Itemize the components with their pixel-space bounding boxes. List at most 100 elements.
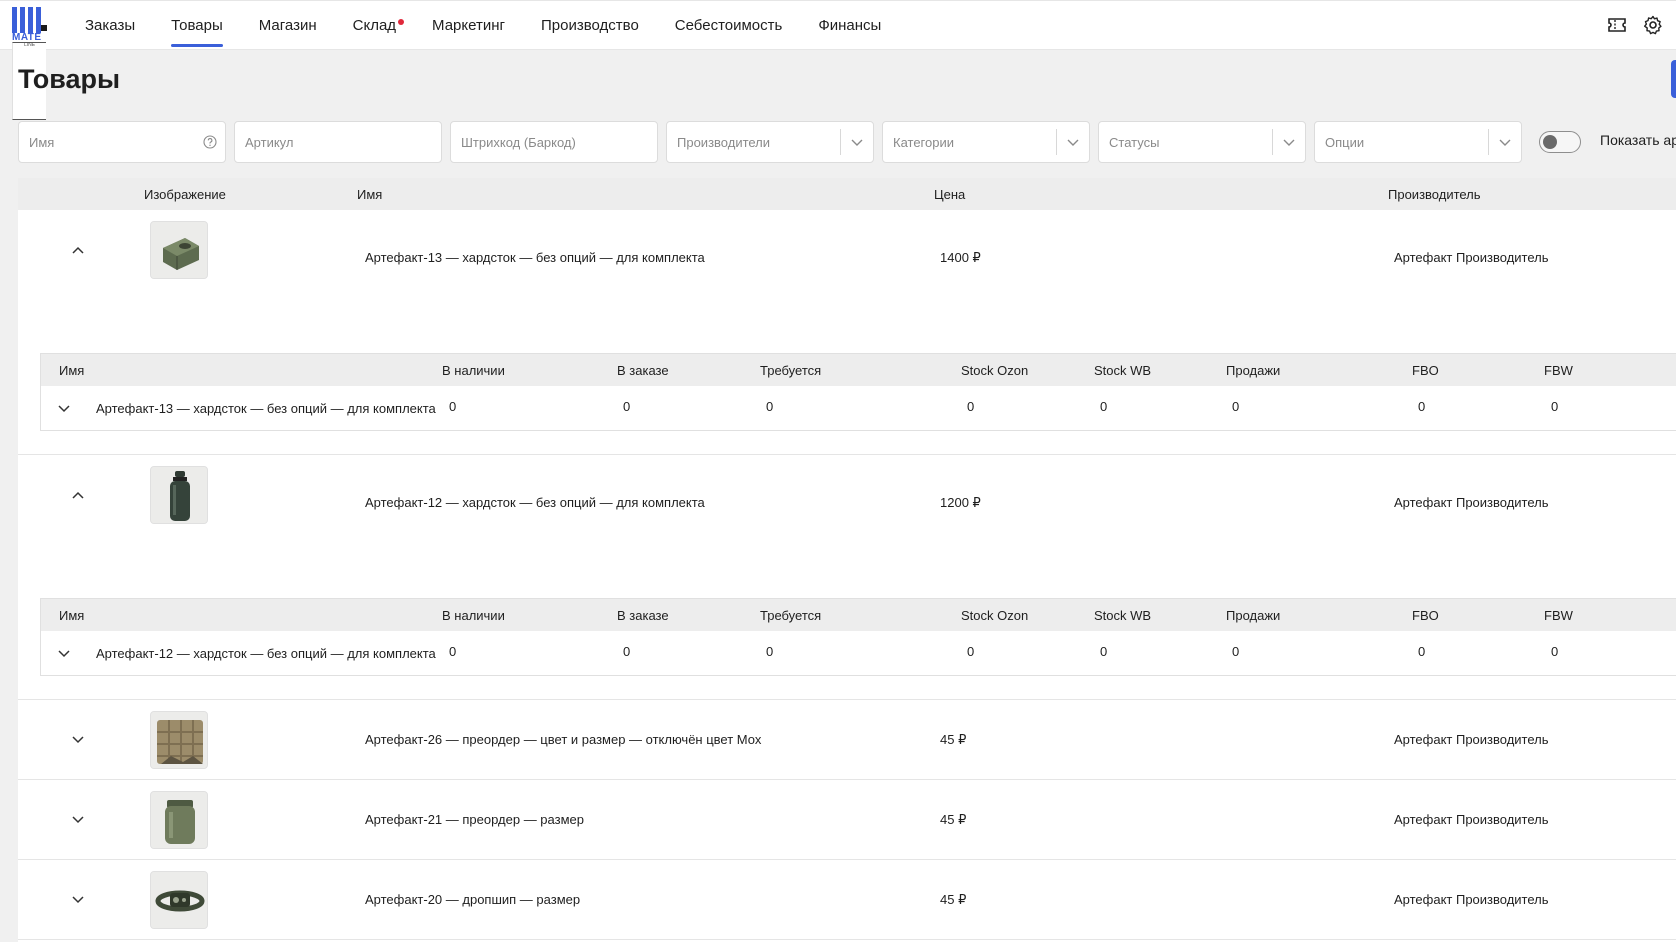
- categories-placeholder: Категории: [893, 135, 954, 150]
- chevron-down-icon[interactable]: [849, 134, 865, 150]
- categories-select[interactable]: Категории: [882, 121, 1090, 163]
- header-manufacturer[interactable]: Производитель: [1388, 187, 1481, 202]
- action-button-edge[interactable]: [1671, 60, 1676, 98]
- product-name[interactable]: Артефакт-13 — хардсток — без опций — для…: [365, 250, 705, 265]
- options-select[interactable]: Опции: [1314, 121, 1522, 163]
- nav-item-orders[interactable]: Заказы: [85, 1, 135, 51]
- top-navigation-bar: MATE LINE Заказы Товары Магазин Склад Ма…: [0, 0, 1676, 120]
- variant-fbo: 0: [1418, 644, 1426, 659]
- logo-dot: [41, 25, 47, 31]
- nav-item-cost[interactable]: Себестоимость: [675, 1, 783, 51]
- article-placeholder: Артикул: [245, 135, 294, 150]
- variant-on-order: 0: [623, 644, 631, 659]
- bottle-icon: [150, 466, 208, 524]
- barcode-filter-input[interactable]: Штрихкод (Баркод): [450, 121, 658, 163]
- nav-item-finance[interactable]: Финансы: [818, 1, 881, 51]
- chevron-down-icon[interactable]: [1497, 134, 1513, 150]
- variants-table: Имя В наличии В заказе Требуется Stock O…: [40, 353, 1676, 431]
- select-separator: [1056, 129, 1057, 155]
- variant-stock-wb: 0: [1100, 399, 1108, 414]
- sub-header-on-order: В заказе: [617, 608, 669, 623]
- product-price: 45 ₽: [940, 892, 967, 907]
- sub-header-stock-wb: Stock WB: [1094, 608, 1152, 623]
- article-filter-input[interactable]: Артикул: [234, 121, 442, 163]
- variant-required: 0: [766, 399, 774, 414]
- product-name[interactable]: Артефакт-26 — преордер — цвет и размер —…: [365, 732, 761, 747]
- sub-header-sales: Продажи: [1226, 363, 1281, 378]
- variants-header: Имя В наличии В заказе Требуется Stock O…: [41, 599, 1676, 631]
- options-placeholder: Опции: [1325, 135, 1365, 150]
- product-row[interactable]: Артефакт-13 — хардсток — без опций — для…: [18, 210, 1676, 455]
- name-filter-input[interactable]: Имя: [18, 121, 226, 163]
- table-header: Изображение Имя Цена Производитель: [18, 178, 1676, 210]
- dry-bag-icon: [150, 791, 208, 849]
- product-price: 1400 ₽: [940, 250, 981, 265]
- nav-label: Себестоимость: [674, 17, 783, 34]
- ticket-icon[interactable]: [1607, 15, 1627, 35]
- select-separator: [1488, 129, 1489, 155]
- variant-row[interactable]: Артефакт-12 — хардсток — без опций — для…: [41, 631, 1676, 676]
- header-image[interactable]: Изображение: [144, 187, 226, 202]
- header-price[interactable]: Цена: [934, 187, 965, 202]
- sub-header-on-order: В заказе: [617, 363, 669, 378]
- product-name[interactable]: Артефакт-21 — преордер — размер: [365, 812, 584, 827]
- chevron-down-icon[interactable]: [67, 888, 89, 910]
- statuses-select[interactable]: Статусы: [1098, 121, 1306, 163]
- product-row[interactable]: Артефакт-21 — преордер — размер 45 ₽ Арт…: [18, 780, 1676, 860]
- header-name[interactable]: Имя: [357, 187, 382, 202]
- nav-item-products[interactable]: Товары: [171, 1, 223, 51]
- gear-icon[interactable]: [1643, 15, 1663, 35]
- product-price: 45 ₽: [940, 812, 967, 827]
- sub-header-required: Требуется: [760, 608, 822, 623]
- folded-cloth-icon: [150, 711, 208, 769]
- nav-item-marketing[interactable]: Маркетинг: [432, 1, 505, 51]
- nav-label: Заказы: [85, 17, 136, 34]
- variant-stock-ozon: 0: [967, 644, 975, 659]
- sub-header-fbo: FBO: [1412, 363, 1439, 378]
- product-price: 1200 ₽: [940, 495, 981, 510]
- nav-item-warehouse[interactable]: Склад: [353, 1, 405, 51]
- variant-on-order: 0: [623, 399, 631, 414]
- manufacturers-placeholder: Производители: [677, 135, 771, 150]
- variant-in-stock: 0: [449, 644, 457, 659]
- chevron-down-icon[interactable]: [1281, 134, 1297, 150]
- chevron-down-icon[interactable]: [53, 397, 75, 419]
- chevron-down-icon[interactable]: [67, 728, 89, 750]
- product-manufacturer: Артефакт Производитель: [1394, 732, 1549, 747]
- barcode-placeholder: Штрихкод (Баркод): [461, 135, 576, 150]
- products-table: Изображение Имя Цена Производитель Артеф…: [18, 178, 1676, 942]
- sub-header-name: Имя: [59, 363, 85, 378]
- product-row[interactable]: Артефакт-26 — преордер — цвет и размер —…: [18, 700, 1676, 780]
- tin-can-icon: [150, 221, 208, 279]
- product-row[interactable]: Артефакт-20 — дропшип — размер 45 ₽ Арте…: [18, 860, 1676, 940]
- chevron-down-icon[interactable]: [1065, 134, 1081, 150]
- nav-label: Маркетинг: [432, 17, 505, 34]
- product-manufacturer: Артефакт Производитель: [1394, 250, 1549, 265]
- manufacturers-select[interactable]: Производители: [666, 121, 874, 163]
- nav-item-production[interactable]: Производство: [541, 1, 639, 51]
- help-icon[interactable]: [203, 135, 217, 149]
- chevron-down-icon[interactable]: [53, 642, 75, 664]
- sub-header-fbw: FBW: [1544, 608, 1573, 623]
- product-price: 45 ₽: [940, 732, 967, 747]
- show-archive-toggle[interactable]: [1539, 131, 1581, 153]
- product-manufacturer: Артефакт Производитель: [1394, 812, 1549, 827]
- variant-sales: 0: [1232, 399, 1240, 414]
- product-row[interactable]: Артефакт-12 — хардсток — без опций — для…: [18, 455, 1676, 700]
- chevron-up-icon[interactable]: [67, 239, 89, 261]
- product-name[interactable]: Артефакт-12 — хардсток — без опций — для…: [365, 495, 705, 510]
- product-name[interactable]: Артефакт-20 — дропшип — размер: [365, 892, 580, 907]
- nav-item-store[interactable]: Магазин: [259, 1, 317, 51]
- variant-fbo: 0: [1418, 399, 1426, 414]
- sub-header-in-stock: В наличии: [442, 608, 505, 623]
- app-logo[interactable]: MATE LINE: [10, 5, 48, 120]
- sub-header-name: Имя: [59, 608, 85, 623]
- variant-row[interactable]: Артефакт-13 — хардсток — без опций — для…: [41, 386, 1676, 431]
- select-separator: [840, 129, 841, 155]
- variant-stock-wb: 0: [1100, 644, 1108, 659]
- chevron-down-icon[interactable]: [67, 808, 89, 830]
- chevron-up-icon[interactable]: [67, 484, 89, 506]
- variant-in-stock: 0: [449, 399, 457, 414]
- show-archive-label: Показать ар: [1600, 132, 1676, 148]
- sub-header-stock-ozon: Stock Ozon: [961, 363, 1029, 378]
